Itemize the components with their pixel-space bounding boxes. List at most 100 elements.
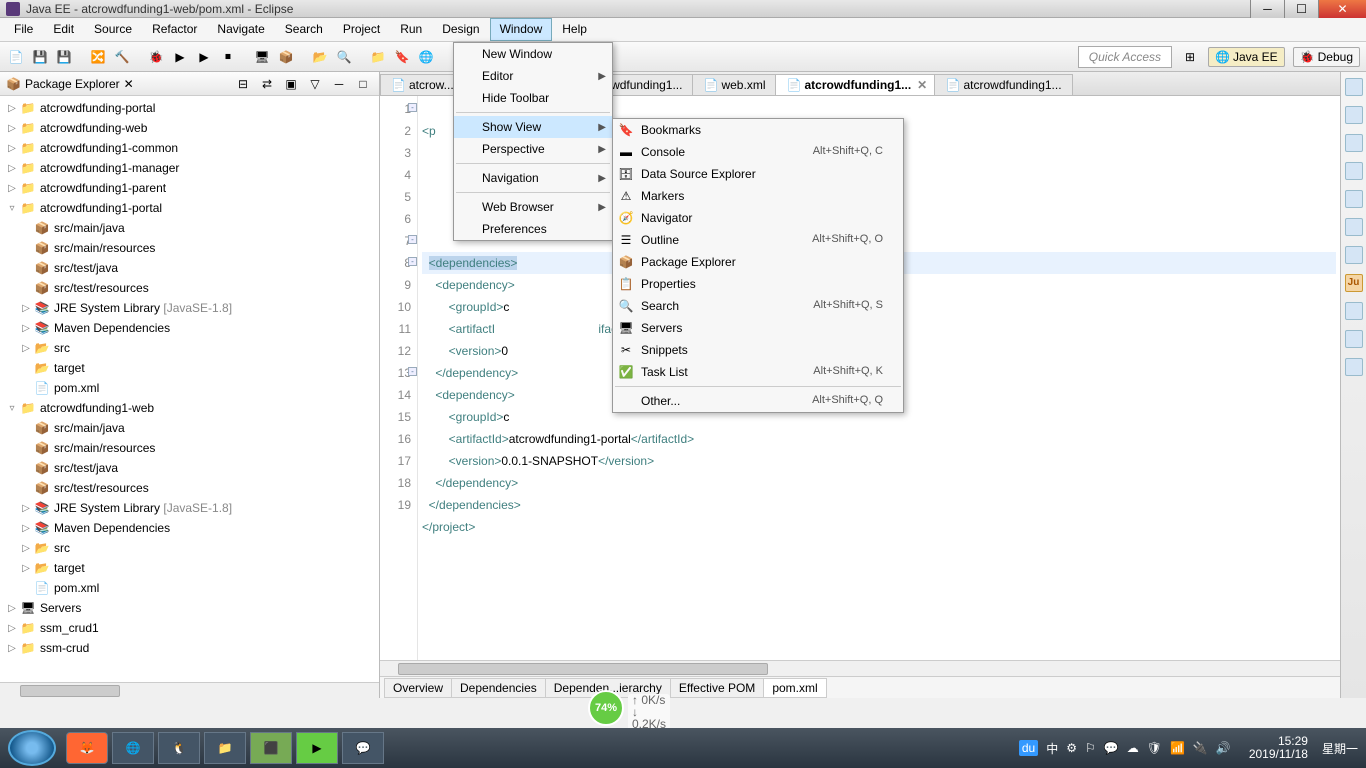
tray-vol-icon[interactable]: 🔊 [1216,741,1231,755]
tray-ime-icon[interactable]: 中 [1046,740,1058,757]
menu-help[interactable]: Help [552,18,597,41]
tree-item[interactable]: ▷📁atcrowdfunding1-common [0,138,379,158]
close-button[interactable]: ✕ [1318,0,1366,18]
menu-design[interactable]: Design [432,18,489,41]
tree-item[interactable]: 📄pom.xml [0,578,379,598]
newpkg-icon[interactable]: 📦 [276,47,296,67]
save-icon[interactable]: 💾 [30,47,50,67]
editor-tab[interactable]: 📄atcrow... [380,74,465,95]
submenu-item[interactable]: ☰OutlineAlt+Shift+Q, O [613,229,903,251]
task-explorer-icon[interactable]: 📁 [204,732,246,764]
menu-source[interactable]: Source [84,18,142,41]
task-qq-icon[interactable]: 🐧 [158,732,200,764]
tree-item[interactable]: 📦src/test/java [0,258,379,278]
submenu-item[interactable]: 🗄Data Source Explorer [613,163,903,185]
tree-item[interactable]: 📂target [0,358,379,378]
properties-icon[interactable] [1345,218,1363,236]
tray-clock[interactable]: 15:29 2019/11/18 [1249,735,1308,761]
tree-item[interactable]: ▷📁ssm-crud [0,638,379,658]
progress-icon[interactable] [1345,302,1363,320]
submenu-item[interactable]: 🔖Bookmarks [613,119,903,141]
menu-item[interactable]: Web Browser▶ [454,196,612,218]
task-eclipse-icon[interactable]: ⬛ [250,732,292,764]
menu-item[interactable]: Perspective▶ [454,138,612,160]
new-icon[interactable]: 📄 [6,47,26,67]
tray-net-icon[interactable]: 📶 [1170,741,1185,755]
tree-item[interactable]: ▷📚JRE System Library [JavaSE-1.8] [0,498,379,518]
menu-edit[interactable]: Edit [43,18,84,41]
submenu-item[interactable]: 📋Properties [613,273,903,295]
perspective-debug[interactable]: 🐞 Debug [1293,47,1360,67]
tree-item[interactable]: ▿📁atcrowdfunding1-web [0,398,379,418]
tree-item[interactable]: 📄pom.xml [0,378,379,398]
menu-project[interactable]: Project [333,18,390,41]
submenu-item[interactable]: ✅Task ListAlt+Shift+Q, K [613,361,903,383]
tray-cloud-icon[interactable]: ☁ [1127,741,1139,755]
tray-baidu-icon[interactable]: du [1019,740,1038,756]
build-icon[interactable]: 🔨 [112,47,132,67]
tray-power-icon[interactable]: 🔌 [1193,741,1208,755]
tree-item[interactable]: ▷📂src [0,538,379,558]
ju-icon[interactable]: Ju [1345,274,1363,292]
tree-item[interactable]: 📦src/main/java [0,218,379,238]
menu-item[interactable]: Preferences [454,218,612,240]
link-editor-icon[interactable]: ⇄ [257,74,277,94]
view-menu-icon[interactable]: ▽ [305,74,325,94]
open-perspective-icon[interactable]: ⊞ [1180,47,1200,67]
collapse-all-icon[interactable]: ⊟ [233,74,253,94]
tree-item[interactable]: 📦src/main/java [0,418,379,438]
tray-shield-icon[interactable]: 🛡 [1147,741,1162,755]
tree-item[interactable]: 📦src/main/resources [0,238,379,258]
editor-tab[interactable]: 📄web.xml [692,74,776,95]
focus-icon[interactable]: ▣ [281,74,301,94]
filter-icon[interactable]: 🔖 [392,47,412,67]
tree-item[interactable]: ▷📚JRE System Library [JavaSE-1.8] [0,298,379,318]
tree-item[interactable]: ▿📁atcrowdfunding1-portal [0,198,379,218]
servers-icon[interactable] [1345,162,1363,180]
submenu-item[interactable]: 🧭Navigator [613,207,903,229]
task-wechat-icon[interactable]: 💬 [342,732,384,764]
tree-item[interactable]: ▷📁atcrowdfunding1-parent [0,178,379,198]
minimize-view-icon[interactable]: ─ [329,74,349,94]
tree-item[interactable]: ▷📚Maven Dependencies [0,518,379,538]
submenu-item[interactable]: ▬ConsoleAlt+Shift+Q, C [613,141,903,163]
editor-hscroll[interactable] [380,660,1340,676]
maximize-view-icon[interactable]: □ [353,74,373,94]
tree-item[interactable]: ▷📁atcrowdfunding1-manager [0,158,379,178]
newserver-icon[interactable]: 🖥 [252,47,272,67]
search-view-icon[interactable] [1345,330,1363,348]
tree-item[interactable]: 📦src/main/resources [0,438,379,458]
runext-icon[interactable]: ▶ [194,47,214,67]
task-xbox-icon[interactable]: ▶ [296,732,338,764]
menu-run[interactable]: Run [390,18,432,41]
submenu-item[interactable]: Other...Alt+Shift+Q, Q [613,390,903,412]
run-icon[interactable]: ▶ [170,47,190,67]
folder-icon[interactable]: 📁 [368,47,388,67]
submenu-item[interactable]: ✂Snippets [613,339,903,361]
search-icon[interactable]: 🔍 [334,47,354,67]
tree-item[interactable]: ▷📂src [0,338,379,358]
menu-navigate[interactable]: Navigate [207,18,274,41]
tasklist-icon[interactable] [1345,106,1363,124]
bottom-tab[interactable]: Overview [384,678,452,698]
editor-tab[interactable]: 📄atcrowdfunding1...✕ [775,74,935,95]
misc-icon[interactable] [1345,358,1363,376]
submenu-item[interactable]: 🖥Servers [613,317,903,339]
menu-item[interactable]: Show View▶ [454,116,612,138]
quick-access-input[interactable]: Quick Access [1078,46,1172,68]
bottom-tab[interactable]: Dependencies [451,678,546,698]
tray-chat-icon[interactable]: 💬 [1104,741,1119,755]
menu-item[interactable]: Navigation▶ [454,167,612,189]
maximize-button[interactable]: ☐ [1284,0,1318,18]
tree-item[interactable]: ▷📂target [0,558,379,578]
bottom-tab[interactable]: Effective POM [670,678,764,698]
menu-file[interactable]: File [4,18,43,41]
globe-icon[interactable]: 🌐 [416,47,436,67]
sidebar-hscroll[interactable] [0,682,379,698]
tree-item[interactable]: ▷📁atcrowdfunding-web [0,118,379,138]
debug-icon[interactable]: 🐞 [146,47,166,67]
tab-close-icon[interactable]: ✕ [917,78,927,92]
start-button[interactable] [8,730,56,766]
outline-icon[interactable] [1345,78,1363,96]
open-type-icon[interactable]: 📂 [310,47,330,67]
